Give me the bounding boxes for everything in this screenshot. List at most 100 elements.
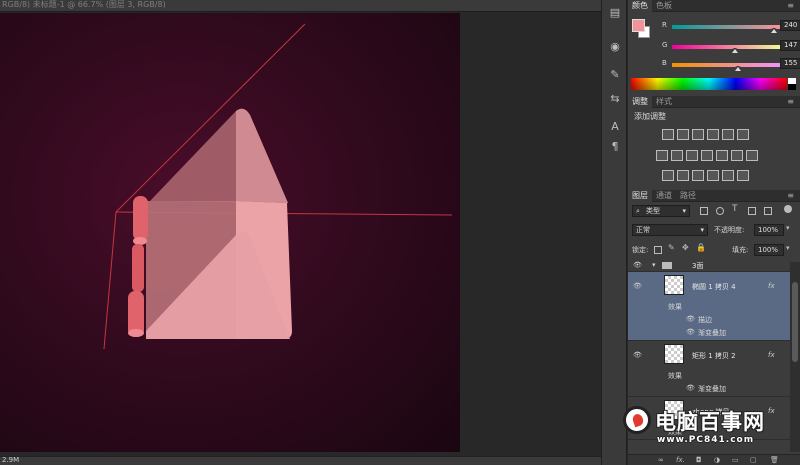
chevron-down-icon[interactable]: ▾ (786, 224, 790, 232)
lock-transparent-icon[interactable] (654, 246, 662, 254)
layer-group-row[interactable]: 👁 ▾ 3面 (628, 260, 790, 272)
adjustment-icon[interactable]: ◑ (714, 455, 720, 465)
adjustment-icon-16[interactable] (692, 170, 704, 181)
adjustment-filter-icon[interactable] (716, 207, 724, 215)
opacity-input[interactable]: 100% (754, 224, 784, 236)
adjustment-icon-15[interactable] (677, 170, 689, 181)
adjustment-icon-14[interactable] (662, 170, 674, 181)
document-tab[interactable]: RGB/8) 未标题-1 @ 66.7% (图层 3, RGB/8) (0, 0, 601, 12)
cylinder-top (133, 196, 148, 241)
tab-channels[interactable]: 通道 (652, 190, 676, 202)
tab-adjustments[interactable]: 调整 (628, 96, 652, 108)
layer-row[interactable]: 👁 矩形 1 拷贝 2 fx 效果 👁 渐变叠加 (628, 341, 790, 397)
properties-icon[interactable]: ◉ (607, 40, 623, 54)
brush-icon[interactable]: ✎ (607, 68, 623, 82)
shape-filter-icon[interactable] (748, 207, 756, 215)
adjustment-icon-17[interactable] (707, 170, 719, 181)
layer-row[interactable]: 👁 椭圆 1 拷贝 4 fx 效果 👁 描边 👁 渐变叠加 (628, 272, 790, 341)
lock-position-icon[interactable]: ✥ (682, 243, 689, 252)
tool-presets-icon[interactable]: ⇆ (607, 92, 623, 106)
tab-paths[interactable]: 路径 (676, 190, 700, 202)
layers-scroll-thumb[interactable] (792, 282, 798, 362)
chevron-down-icon: ▾ (682, 207, 686, 215)
tab-layers[interactable]: 图层 (628, 190, 652, 202)
foreground-color-swatch[interactable] (632, 19, 645, 32)
filter-toggle-icon[interactable] (784, 205, 792, 213)
cylinder-bottom-cap (128, 329, 144, 337)
adjustment-icon-2[interactable] (677, 129, 689, 140)
fill-input[interactable]: 100% (754, 244, 784, 256)
document-canvas[interactable] (0, 13, 460, 452)
type-filter-icon[interactable]: T (732, 204, 738, 214)
lock-all-icon[interactable]: 🔒 (696, 243, 706, 252)
adjustment-icon-18[interactable] (722, 170, 734, 181)
eye-icon[interactable]: 👁 (633, 282, 643, 290)
adjustment-icon-10[interactable] (701, 150, 713, 161)
tab-color[interactable]: 颜色 (628, 0, 652, 12)
layer-filter-select[interactable]: ⌕ 类型 ▾ (632, 205, 690, 217)
layer-effects-label: 效果 (668, 372, 682, 380)
fx-icon[interactable]: fx (768, 282, 775, 290)
adjustment-icon-19[interactable] (737, 170, 749, 181)
color-slider-b[interactable]: B 155 (662, 58, 800, 71)
tab-styles[interactable]: 样式 (652, 96, 676, 108)
character-icon[interactable]: A (607, 120, 623, 134)
slider-track[interactable] (672, 45, 782, 49)
chevron-down-icon[interactable]: ▾ (652, 261, 656, 269)
adjustment-icon-6[interactable] (737, 129, 749, 140)
tab-swatches[interactable]: 色板 (652, 0, 676, 12)
layer-thumbnail[interactable] (664, 275, 684, 295)
adjustment-icon-1[interactable] (662, 129, 674, 140)
smart-object-filter-icon[interactable] (764, 207, 772, 215)
layer-name: 矩形 1 拷贝 2 (692, 352, 736, 360)
status-bar: 2.9M (0, 456, 601, 465)
black-white-swatch[interactable] (788, 78, 796, 90)
lock-pixels-icon[interactable]: ✎ (668, 243, 675, 252)
adjustment-icon-11[interactable] (716, 150, 728, 161)
adjustment-icon-13[interactable] (746, 150, 758, 161)
eye-icon[interactable]: 👁 (633, 261, 643, 269)
slider-track[interactable] (672, 25, 782, 29)
adjustment-icon-12[interactable] (731, 150, 743, 161)
mask-icon[interactable]: ◘ (696, 455, 702, 465)
panel-menu-icon[interactable]: ≡ (787, 98, 794, 106)
history-icon[interactable]: ▤ (607, 6, 623, 20)
new-layer-icon[interactable]: ▢ (750, 455, 757, 465)
panel-menu-icon[interactable]: ≡ (787, 192, 794, 200)
slider-value-input[interactable]: 155 (780, 58, 800, 69)
adjustment-icon-7[interactable] (656, 150, 668, 161)
layers-scrollbar[interactable] (790, 262, 800, 452)
guide-line-vertical (103, 211, 117, 350)
adjustment-icon-8[interactable] (671, 150, 683, 161)
pixel-filter-icon[interactable] (700, 207, 708, 215)
layer-thumbnail[interactable] (664, 344, 684, 364)
chevron-down-icon[interactable]: ▾ (786, 244, 790, 252)
paragraph-icon[interactable]: ¶ (607, 140, 623, 154)
slider-thumb[interactable] (770, 28, 777, 33)
slider-value-input[interactable]: 147 (780, 40, 800, 51)
adjustment-icon-9[interactable] (686, 150, 698, 161)
adjustment-icon-3[interactable] (692, 129, 704, 140)
right-roof-face (236, 108, 288, 203)
eye-icon[interactable]: 👁 (686, 315, 695, 323)
slider-thumb[interactable] (731, 48, 738, 53)
adjustment-icon-4[interactable] (707, 129, 719, 140)
slider-track[interactable] (672, 63, 782, 67)
fx-icon[interactable]: fx (768, 351, 775, 359)
trash-icon[interactable]: 🗑 (770, 455, 779, 465)
eye-icon[interactable]: 👁 (686, 328, 695, 336)
slider-thumb[interactable] (734, 66, 741, 71)
link-icon[interactable]: ∞ (658, 455, 664, 465)
fx-icon[interactable]: fx. (676, 455, 685, 465)
adjustment-icon-5[interactable] (722, 129, 734, 140)
color-spectrum-bar[interactable] (631, 78, 787, 90)
folder-icon[interactable]: ▭ (732, 455, 739, 465)
color-slider-r[interactable]: R 240 (662, 20, 800, 33)
adjustments-panel-tabs: 调整 样式 ≡ (628, 96, 800, 108)
color-slider-g[interactable]: G 147 (662, 40, 800, 53)
slider-value-input[interactable]: 240 (780, 20, 800, 31)
blend-mode-select[interactable]: 正常 ▾ (632, 224, 708, 236)
eye-icon[interactable]: 👁 (633, 351, 643, 359)
eye-icon[interactable]: 👁 (686, 384, 695, 392)
panel-menu-icon[interactable]: ≡ (787, 2, 794, 10)
